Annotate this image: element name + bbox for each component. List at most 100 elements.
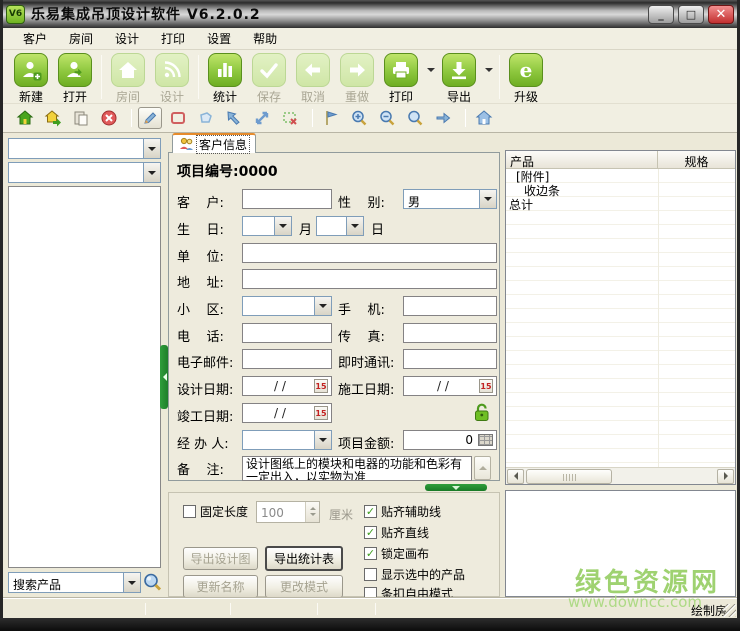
calculator-icon[interactable] bbox=[478, 434, 493, 446]
amount-input[interactable]: 0 bbox=[403, 430, 497, 450]
zoom-in-icon[interactable] bbox=[347, 107, 371, 129]
product-listbox[interactable] bbox=[8, 186, 161, 568]
menu-customer[interactable]: 客户 bbox=[13, 28, 57, 49]
menu-room[interactable]: 房间 bbox=[59, 28, 103, 49]
fixed-length-checkbox[interactable]: 固定长度 bbox=[183, 503, 248, 520]
menu-print[interactable]: 打印 bbox=[151, 28, 195, 49]
product-table-body[interactable]: [附件] 收边条 总计 bbox=[506, 169, 735, 468]
menu-help[interactable]: 帮助 bbox=[243, 28, 287, 49]
pencil-draw-icon[interactable] bbox=[138, 107, 162, 129]
chevron-down-icon[interactable] bbox=[314, 297, 331, 315]
remark-textarea[interactable]: 设计图纸上的模块和电器的功能和色彩有一定出入，以实物为准 bbox=[242, 456, 472, 481]
lock-icon[interactable] bbox=[472, 402, 491, 423]
home-blue-icon[interactable] bbox=[472, 107, 496, 129]
paste-icon[interactable] bbox=[69, 107, 93, 129]
export-dropdown-arrow-icon[interactable] bbox=[483, 53, 495, 87]
search-product-combo[interactable]: 搜索产品 bbox=[8, 572, 141, 593]
resize-grip[interactable] bbox=[723, 604, 736, 617]
search-icon[interactable] bbox=[142, 572, 163, 593]
district-combo[interactable] bbox=[242, 296, 332, 316]
room-button[interactable]: 房间 bbox=[108, 53, 148, 105]
rect-draw-icon[interactable] bbox=[166, 107, 190, 129]
chevron-down-icon[interactable] bbox=[314, 431, 331, 449]
table-row[interactable]: [附件] bbox=[516, 170, 666, 184]
close-button[interactable]: ✕ bbox=[708, 5, 734, 24]
column-product[interactable]: 产品 bbox=[506, 151, 658, 168]
form-collapse-handle[interactable] bbox=[425, 484, 487, 491]
forward-arrow-icon[interactable] bbox=[431, 107, 455, 129]
flag-icon[interactable] bbox=[319, 107, 343, 129]
left-panel-collapse-handle[interactable] bbox=[160, 345, 168, 409]
new-button[interactable]: 新建 bbox=[11, 53, 51, 105]
left-combo-1[interactable] bbox=[8, 138, 161, 159]
email-input[interactable] bbox=[242, 349, 332, 369]
finish-date-input[interactable]: / / 15 bbox=[242, 403, 332, 423]
design-date-input[interactable]: / / 15 bbox=[242, 376, 332, 396]
table-row[interactable]: 总计 bbox=[509, 198, 659, 212]
scrollbar-thumb[interactable] bbox=[526, 469, 612, 484]
horizontal-scrollbar[interactable] bbox=[506, 467, 735, 484]
chevron-down-icon[interactable] bbox=[479, 190, 496, 208]
snap-lines-checkbox[interactable]: 贴齐直线 bbox=[364, 524, 429, 541]
checkbox-icon[interactable] bbox=[364, 505, 377, 518]
menu-design[interactable]: 设计 bbox=[105, 28, 149, 49]
length-spinner[interactable]: 100 bbox=[256, 501, 320, 523]
redo-button[interactable]: 重做 bbox=[337, 53, 377, 105]
update-name-button[interactable]: 更新名称 bbox=[183, 575, 258, 598]
fax-input[interactable] bbox=[403, 323, 497, 343]
resize-arrow-icon[interactable] bbox=[250, 107, 274, 129]
export-button[interactable]: 导出 bbox=[439, 53, 479, 105]
calendar-icon[interactable]: 15 bbox=[314, 406, 328, 420]
maximize-button[interactable]: □ bbox=[678, 5, 704, 24]
scroll-left-icon[interactable] bbox=[507, 469, 524, 484]
calendar-icon[interactable]: 15 bbox=[479, 379, 493, 393]
scroll-right-icon[interactable] bbox=[717, 469, 734, 484]
print-button[interactable]: 打印 bbox=[381, 53, 421, 105]
home-export-icon[interactable] bbox=[41, 107, 65, 129]
save-button[interactable]: 保存 bbox=[249, 53, 289, 105]
phone-input[interactable] bbox=[242, 323, 332, 343]
open-button[interactable]: 打开 bbox=[55, 53, 95, 105]
statistics-button[interactable]: 统计 bbox=[205, 53, 245, 105]
export-design-button[interactable]: 导出设计图 bbox=[183, 547, 258, 570]
upgrade-button[interactable]: e 升级 bbox=[506, 53, 546, 105]
customer-input[interactable] bbox=[242, 189, 332, 209]
delete-icon[interactable] bbox=[97, 107, 121, 129]
change-mode-button[interactable]: 更改模式 bbox=[265, 575, 343, 598]
tab-customer-info[interactable]: 客户信息 bbox=[172, 133, 256, 153]
table-row[interactable]: 收边条 bbox=[524, 184, 674, 198]
mobile-input[interactable] bbox=[403, 296, 497, 316]
left-combo-2[interactable] bbox=[8, 162, 161, 183]
construct-date-input[interactable]: / / 15 bbox=[403, 376, 497, 396]
checkbox-icon[interactable] bbox=[364, 526, 377, 539]
zoom-icon[interactable] bbox=[403, 107, 427, 129]
home-green-icon[interactable] bbox=[13, 107, 37, 129]
chevron-down-icon[interactable] bbox=[143, 163, 160, 182]
design-button[interactable]: 设计 bbox=[152, 53, 192, 105]
checkbox-icon[interactable] bbox=[183, 505, 196, 518]
company-input[interactable] bbox=[242, 243, 497, 263]
calendar-icon[interactable]: 15 bbox=[314, 379, 328, 393]
chevron-down-icon[interactable] bbox=[123, 573, 140, 592]
deselect-icon[interactable] bbox=[278, 107, 302, 129]
zoom-out-icon[interactable] bbox=[375, 107, 399, 129]
select-arrow-icon[interactable] bbox=[222, 107, 246, 129]
snap-guides-checkbox[interactable]: 贴齐辅助线 bbox=[364, 503, 441, 520]
polygon-draw-icon[interactable] bbox=[194, 107, 218, 129]
handler-combo[interactable] bbox=[242, 430, 332, 450]
minimize-button[interactable]: _ bbox=[648, 5, 674, 24]
menu-settings[interactable]: 设置 bbox=[197, 28, 241, 49]
print-dropdown-arrow-icon[interactable] bbox=[425, 53, 437, 87]
chevron-down-icon[interactable] bbox=[143, 139, 160, 158]
product-table-header[interactable]: 产品 规格 bbox=[506, 151, 735, 169]
column-spec[interactable]: 规格 bbox=[658, 151, 735, 168]
lock-canvas-checkbox[interactable]: 锁定画布 bbox=[364, 545, 429, 562]
title-bar[interactable]: V6 乐易集成吊顶设计软件 V6.2.0.2 _ □ ✕ bbox=[0, 0, 740, 28]
checkbox-icon[interactable] bbox=[364, 568, 377, 581]
show-selected-checkbox[interactable]: 显示选中的产品 bbox=[364, 566, 465, 583]
birth-month-combo[interactable] bbox=[242, 216, 292, 236]
chevron-down-icon[interactable] bbox=[274, 217, 291, 235]
spinner-arrows-icon[interactable] bbox=[305, 502, 319, 522]
im-input[interactable] bbox=[403, 349, 497, 369]
export-stats-button[interactable]: 导出统计表 bbox=[265, 546, 343, 571]
